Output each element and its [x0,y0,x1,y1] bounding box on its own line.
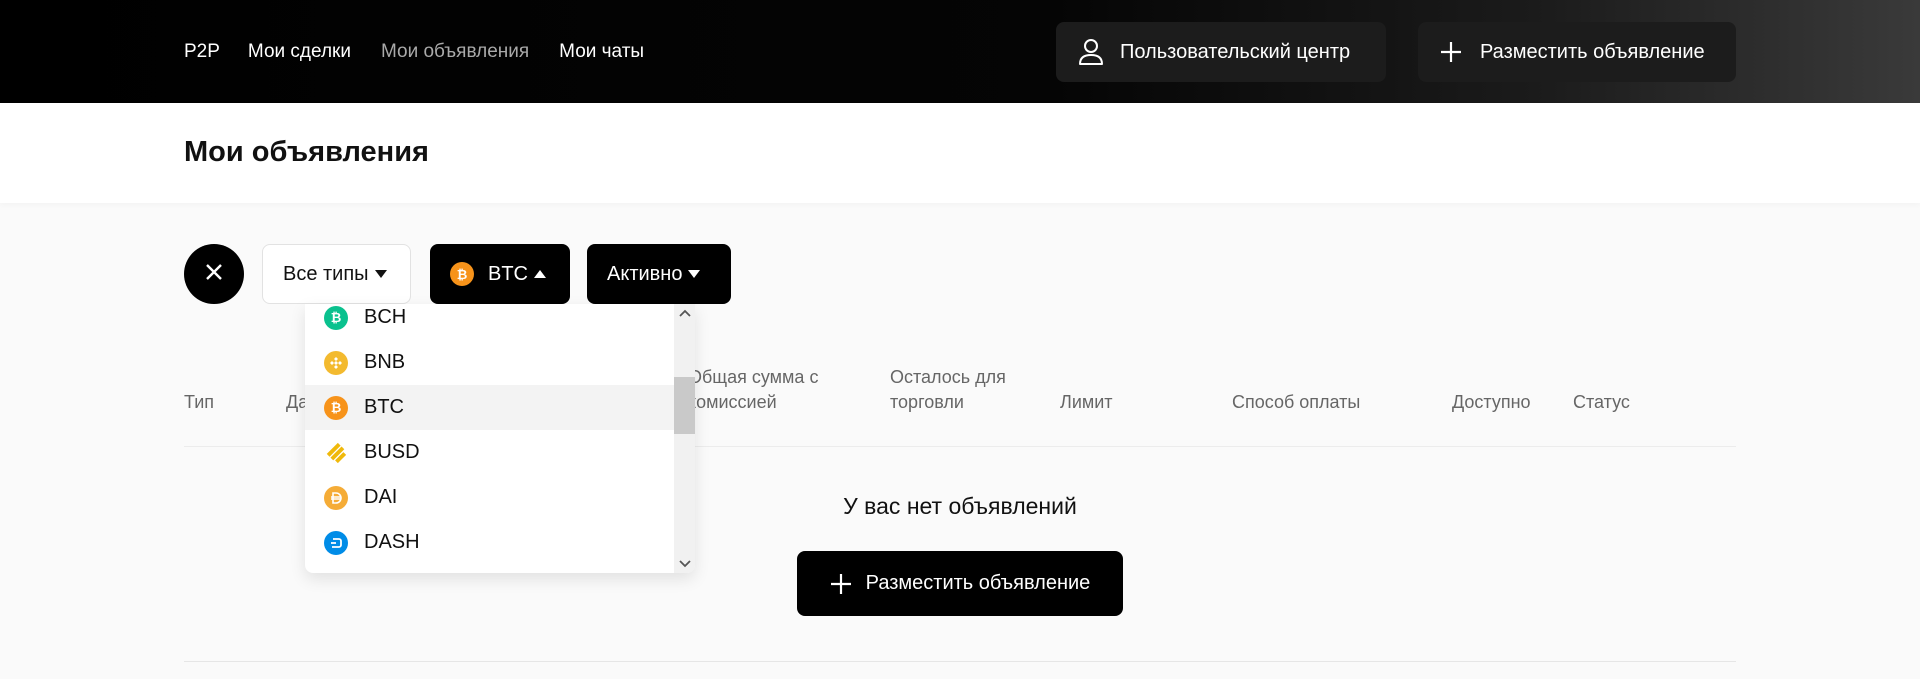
dropdown-option-bnb[interactable]: BNB [305,340,674,385]
plus-icon [1436,37,1466,67]
scroll-down-arrow-icon[interactable] [674,555,695,573]
dash-icon [324,530,348,555]
user-center-label: Пользовательский центр [1120,40,1351,63]
bitcoin-cash-icon: ₿ [324,305,348,330]
dropdown-option-btc[interactable]: ₿ BTC [305,385,674,430]
user-center-button[interactable]: Пользовательский центр [1056,22,1386,82]
nav-my-deals[interactable]: Мои сделки [248,41,351,63]
nav-my-chats[interactable]: Мои чаты [559,41,644,63]
page-header: Мои объявления [0,103,1920,203]
nav-my-ads[interactable]: Мои объявления [381,41,529,63]
page-title: Мои объявления [184,136,429,168]
dropdown-option-label: BUSD [364,441,420,463]
empty-state-message: У вас нет объявлений [843,493,1077,519]
post-ad-top-button[interactable]: Разместить объявление [1418,22,1736,82]
coin-dropdown-list: ₿ BCH BNB ₿ BTC BUSD DAI DASH [305,304,695,573]
column-header-status: Статус [1573,392,1630,412]
bnb-icon [324,350,348,375]
type-filter[interactable]: Все типы [262,244,411,304]
status-filter[interactable]: Активно [587,244,731,304]
caret-down-icon [374,270,387,278]
column-header-remaining: Осталось для торговли [890,367,1006,412]
dropdown-option-label: BNB [364,351,406,373]
caret-down-icon [688,270,701,278]
clear-filters-button[interactable] [184,244,244,304]
bitcoin-icon: ₿ [450,262,474,286]
column-header-payment: Способ оплаты [1232,392,1361,412]
main-nav: P2P Мои сделки Мои объявления Мои чаты [184,0,644,103]
dropdown-option-label: BCH [364,306,407,328]
column-header-total: Общая сумма с комиссией [688,367,819,412]
dropdown-option-label: DAI [364,486,398,508]
plus-icon [830,573,852,595]
divider [184,661,1736,662]
type-filter-label: Все типы [283,262,369,285]
coin-filter-label: BTC [488,262,528,285]
bitcoin-icon: ₿ [324,395,348,420]
post-ad-top-label: Разместить объявление [1480,40,1705,63]
top-navigation-bar: P2P Мои сделки Мои объявления Мои чаты П… [0,0,1920,103]
dropdown-option-dash[interactable]: DASH [305,520,674,565]
dropdown-scrollbar[interactable] [674,304,695,573]
busd-icon [324,441,348,465]
caret-up-icon [534,270,546,278]
status-filter-label: Активно [607,262,683,285]
dai-icon [324,485,348,510]
close-icon [204,262,224,287]
nav-p2p[interactable]: P2P [184,41,220,63]
scrollbar-thumb[interactable] [674,377,695,434]
dropdown-option-label: BTC [364,396,404,418]
coin-filter[interactable]: ₿ BTC [430,244,570,304]
dropdown-option-bch[interactable]: ₿ BCH [305,304,674,340]
column-header-type: Тип [184,392,215,412]
user-icon [1076,37,1106,67]
post-ad-button-label: Разместить объявление [865,572,1091,594]
column-header-available: Доступно [1452,392,1531,412]
column-header-limit: Лимит [1060,392,1113,412]
dropdown-option-dai[interactable]: DAI [305,475,674,520]
scroll-up-arrow-icon[interactable] [674,304,695,322]
dropdown-option-busd[interactable]: BUSD [305,430,674,475]
post-ad-button[interactable]: Разместить объявление [797,551,1123,616]
dropdown-option-label: DASH [364,531,420,553]
